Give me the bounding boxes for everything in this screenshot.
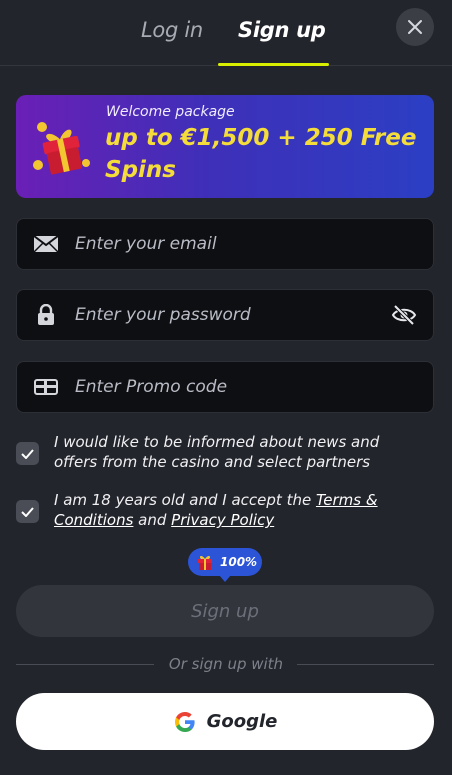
age-consent-text: I am 18 years old and I accept the Terms… (54, 490, 424, 530)
check-icon (21, 506, 34, 517)
promo-input[interactable] (75, 362, 375, 412)
promo-field[interactable] (16, 361, 434, 413)
tab-signup[interactable]: Sign up (238, 18, 326, 42)
eye-off-icon[interactable] (391, 303, 417, 327)
close-button[interactable] (396, 8, 434, 46)
and-text: and (133, 511, 172, 529)
google-button-label: Google (206, 711, 278, 732)
privacy-link[interactable]: Privacy Policy (171, 511, 274, 529)
tab-login[interactable]: Log in (141, 18, 203, 42)
ticket-icon (33, 376, 59, 398)
banner-headline: up to €1,500 + 250 Free Spins (105, 125, 417, 183)
email-input[interactable] (75, 219, 375, 269)
age-consent-prefix: I am 18 years old and I accept the (54, 491, 316, 509)
news-consent-checkbox[interactable] (16, 442, 39, 465)
gift-icon (33, 122, 90, 175)
age-consent-row: I am 18 years old and I accept the Terms… (16, 490, 436, 532)
password-field[interactable] (16, 289, 434, 341)
auth-header: Log in Sign up (0, 0, 452, 66)
age-consent-checkbox[interactable] (16, 500, 39, 523)
envelope-icon (33, 233, 59, 255)
signup-button[interactable]: Sign up (16, 585, 434, 637)
divider-right (297, 664, 434, 665)
news-consent-row: I would like to be informed about news a… (16, 432, 436, 474)
banner-subtitle: Welcome package (106, 104, 235, 120)
news-consent-text: I would like to be informed about news a… (54, 433, 380, 471)
lock-icon (33, 304, 59, 326)
check-icon (21, 448, 34, 459)
google-signup-button[interactable]: Google (16, 693, 434, 750)
welcome-banner: Welcome package up to €1,500 + 250 Free … (16, 95, 434, 198)
email-field[interactable] (16, 218, 434, 270)
google-icon (174, 711, 195, 732)
bonus-progress-value: 100% (220, 555, 258, 569)
close-icon (408, 20, 422, 34)
gift-icon (198, 555, 212, 570)
active-tab-indicator (218, 63, 329, 66)
password-input[interactable] (75, 290, 375, 340)
bonus-progress-badge: 100% (188, 548, 262, 582)
